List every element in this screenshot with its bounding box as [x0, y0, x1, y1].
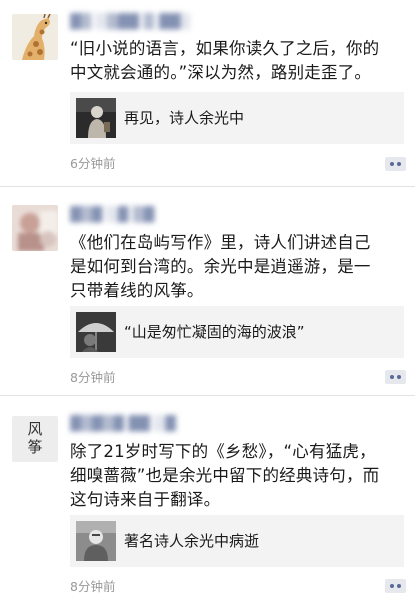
username[interactable]: ▓▒▓▒▓ ▓▓ ░▓: [70, 416, 176, 432]
moments-feed: ▓▒ ░▒▓▓ ▒ ▓▓░ “旧小说的语言，如果你读久了之后，你的 中文就会通的…: [0, 0, 415, 599]
more-button[interactable]: [385, 157, 406, 171]
post-2: ▓▒▓ ░▓ ▒▓ 《他们在岛屿写作》里，诗人们讲述自己 是如何到台湾的。余光中…: [0, 186, 415, 385]
more-dots-icon: [390, 375, 394, 379]
post-text-line: “旧小说的语言，如果你读久了之后，你的: [70, 39, 380, 58]
shared-link-card[interactable]: “山是匆忙凝固的海的波浪”: [70, 306, 404, 358]
username[interactable]: ▓▒▓ ░▓ ▒▓: [70, 207, 154, 223]
avatar-giraffe[interactable]: [12, 14, 58, 60]
post-text[interactable]: 《他们在岛屿写作》里，诗人们讲述自己 是如何到台湾的。余光中是逍遥游，是一 只带…: [70, 231, 404, 303]
timestamp: 6分钟前: [70, 156, 116, 171]
link-thumbnail: [76, 521, 116, 561]
post-text[interactable]: 除了21岁时写下的《乡愁》，“心有猛虎， 细嗅蔷薇”也是余光中留下的经典诗句，而…: [70, 440, 404, 512]
shared-link-card[interactable]: 再见，诗人余光中: [70, 92, 404, 144]
avatar-calligraphy-char: 筝: [27, 438, 43, 456]
timestamp: 8分钟前: [70, 370, 116, 385]
post-text-line: 是如何到台湾的。余光中是逍遥游，是一: [70, 257, 371, 276]
link-title: 著名诗人余光中病逝: [124, 532, 260, 550]
more-button[interactable]: [385, 370, 406, 384]
post-text-line: 《他们在岛屿写作》里，诗人们讲述自己: [70, 233, 371, 252]
link-title: 再见，诗人余光中: [124, 109, 245, 127]
more-dots-icon: [390, 162, 394, 166]
link-title: “山是匆忙凝固的海的波浪”: [124, 323, 305, 341]
link-thumbnail: [76, 312, 116, 352]
more-dots-icon: [397, 584, 401, 588]
post-text-line: 只带着线的风筝。: [70, 281, 204, 300]
post-text[interactable]: “旧小说的语言，如果你读久了之后，你的 中文就会通的。”深以为然，路别走歪了。: [70, 37, 404, 85]
post-text-line: 除了21岁时写下的《乡愁》，“心有猛虎，: [70, 442, 376, 461]
more-dots-icon: [390, 584, 394, 588]
username[interactable]: ▓▒ ░▒▓▓ ▒ ▓▓░: [70, 14, 191, 30]
more-dots-icon: [397, 162, 401, 166]
post-text-line: 细嗅蔷薇”也是余光中留下的经典诗句，而: [70, 466, 380, 485]
post-1: ▓▒ ░▒▓▓ ▒ ▓▓░ “旧小说的语言，如果你读久了之后，你的 中文就会通的…: [0, 0, 415, 186]
avatar-calligraphy[interactable]: 风 筝: [12, 416, 58, 462]
post-3: 风 筝 ▓▒▓▒▓ ▓▓ ░▓ 除了21岁时写下的《乡愁》，“心有猛虎， 细嗅蔷…: [0, 395, 415, 594]
more-dots-icon: [397, 375, 401, 379]
post-text-line: 中文就会通的。”深以为然，路别走歪了。: [70, 63, 372, 82]
more-button[interactable]: [385, 579, 406, 593]
timestamp: 8分钟前: [70, 579, 116, 594]
post-text-line: 这句诗来自于翻译。: [70, 490, 221, 509]
link-thumbnail: [76, 98, 116, 138]
avatar-blurred[interactable]: [12, 205, 58, 251]
avatar-calligraphy-char: 风: [27, 420, 43, 438]
shared-link-card[interactable]: 著名诗人余光中病逝: [70, 515, 404, 567]
